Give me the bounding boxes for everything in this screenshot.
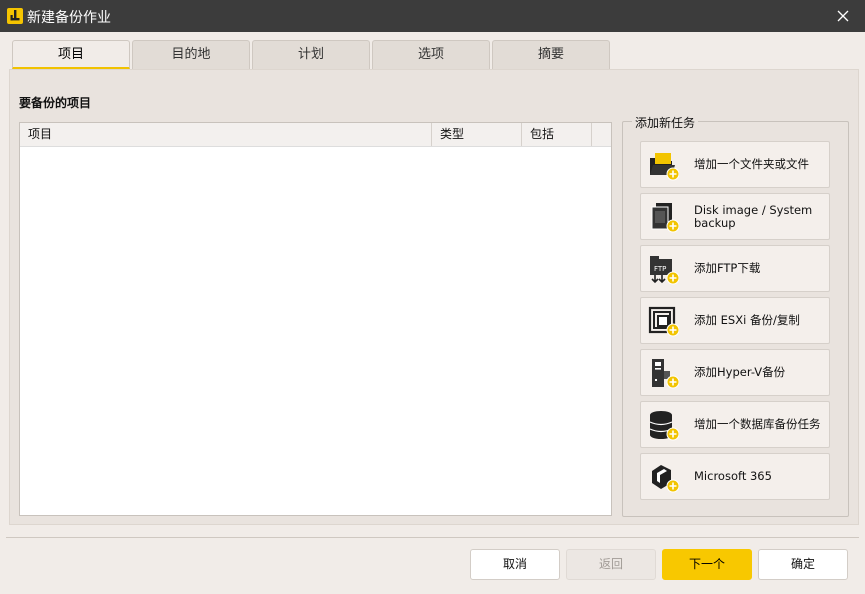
footer-divider	[6, 537, 859, 538]
esxi-icon	[648, 306, 679, 337]
add-microsoft365-button[interactable]: Microsoft 365	[640, 453, 830, 500]
column-header-item[interactable]: 项目	[20, 123, 432, 146]
close-icon	[837, 10, 849, 22]
tab-summary[interactable]: 摘要	[492, 40, 610, 69]
add-disk-image-button[interactable]: Disk image / System backup	[640, 193, 830, 240]
add-ftp-download-button[interactable]: FTP 添加FTP下载	[640, 245, 830, 292]
column-header-type[interactable]: 类型	[432, 123, 522, 146]
hyperv-icon	[652, 359, 679, 389]
task-label: Disk image / System backup	[694, 202, 813, 230]
svg-text:FTP: FTP	[654, 265, 666, 273]
add-esxi-backup-button[interactable]: 添加 ESXi 备份/复制	[640, 297, 830, 344]
add-database-backup-button[interactable]: 增加一个数据库备份任务	[640, 401, 830, 448]
list-header: 项目 类型 包括	[20, 123, 611, 147]
task-label: 增加一个数据库备份任务	[694, 417, 821, 431]
app-logo-icon	[7, 8, 23, 24]
add-folder-file-button[interactable]: 增加一个文件夹或文件	[640, 141, 830, 188]
backup-items-list[interactable]: 项目 类型 包括	[19, 122, 612, 516]
task-label: 添加Hyper-V备份	[694, 365, 786, 379]
column-header-include[interactable]: 包括	[522, 123, 592, 146]
tab-schedule[interactable]: 计划	[252, 40, 370, 69]
microsoft365-icon	[652, 465, 679, 493]
new-backup-job-window: 新建备份作业 项目 目的地 计划 选项 摘要 要备份的项目 项目 类型 包括 添…	[0, 0, 865, 594]
database-icon	[649, 411, 679, 441]
add-hyperv-backup-button[interactable]: 添加Hyper-V备份	[640, 349, 830, 396]
close-button[interactable]	[831, 5, 855, 27]
task-label: 添加 ESXi 备份/复制	[694, 313, 800, 327]
tab-options[interactable]: 选项	[372, 40, 490, 69]
tab-destination[interactable]: 目的地	[132, 40, 250, 69]
ftp-icon: FTP	[650, 256, 679, 285]
section-title: 要备份的项目	[19, 96, 92, 110]
window-title: 新建备份作业	[27, 10, 111, 26]
task-label: Microsoft 365	[694, 469, 772, 483]
task-label: 添加FTP下载	[694, 261, 761, 275]
cancel-button[interactable]: 取消	[470, 549, 560, 580]
back-button[interactable]: 返回	[566, 549, 656, 580]
title-bar: 新建备份作业	[0, 0, 865, 32]
tab-items[interactable]: 项目	[12, 40, 130, 69]
next-button[interactable]: 下一个	[662, 549, 752, 580]
ok-button[interactable]: 确定	[758, 549, 848, 580]
add-task-group-title: 添加新任务	[632, 114, 699, 131]
disk-image-icon	[651, 203, 679, 233]
task-label: 增加一个文件夹或文件	[694, 157, 809, 171]
folder-file-icon	[650, 153, 679, 181]
